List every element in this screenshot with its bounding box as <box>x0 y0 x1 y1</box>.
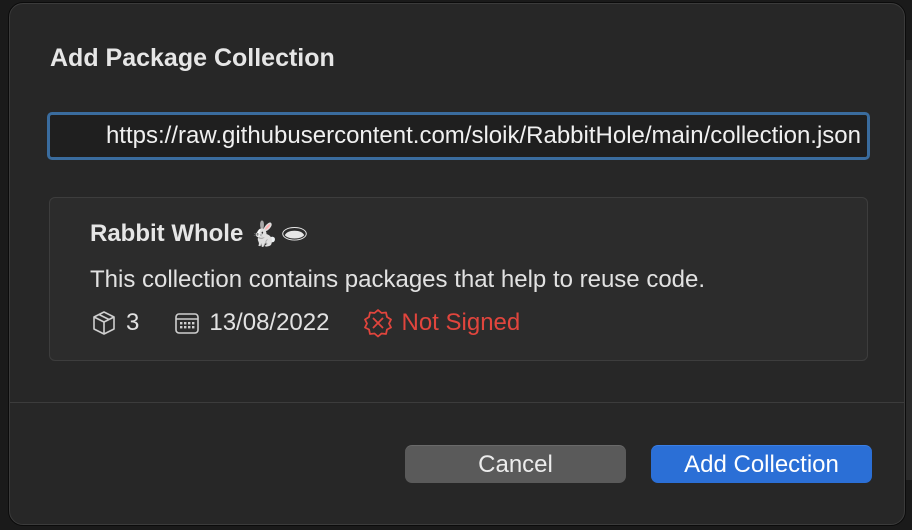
footer-divider <box>10 402 904 403</box>
collection-description: This collection contains packages that h… <box>90 266 706 293</box>
signature-status: Not Signed <box>363 308 520 338</box>
collection-date-value: 13/08/2022 <box>209 309 330 336</box>
collection-metadata: 3 13/08/2022 Not Signed <box>90 308 554 338</box>
signature-status-label: Not Signed <box>401 309 521 336</box>
dialog-title: Add Package Collection <box>50 44 335 72</box>
collection-preview-card: Rabbit Whole 🐇🕳 This collection contains… <box>49 197 868 361</box>
package-count: 3 <box>90 309 139 337</box>
add-package-collection-dialog: Add Package Collection Rabbit Whole 🐇🕳 T… <box>9 3 905 525</box>
package-count-value: 3 <box>126 309 140 336</box>
collection-date: 13/08/2022 <box>173 309 329 337</box>
cancel-button[interactable]: Cancel <box>405 445 626 483</box>
package-icon <box>90 309 118 337</box>
x-badge-icon <box>363 308 393 338</box>
collection-url-input[interactable] <box>47 112 870 160</box>
add-collection-button[interactable]: Add Collection <box>651 445 872 483</box>
collection-name-emoji: 🐇🕳 <box>249 220 310 248</box>
collection-name: Rabbit Whole <box>90 220 244 247</box>
collection-title-row: Rabbit Whole 🐇🕳 <box>90 220 310 248</box>
calendar-icon <box>173 309 201 337</box>
